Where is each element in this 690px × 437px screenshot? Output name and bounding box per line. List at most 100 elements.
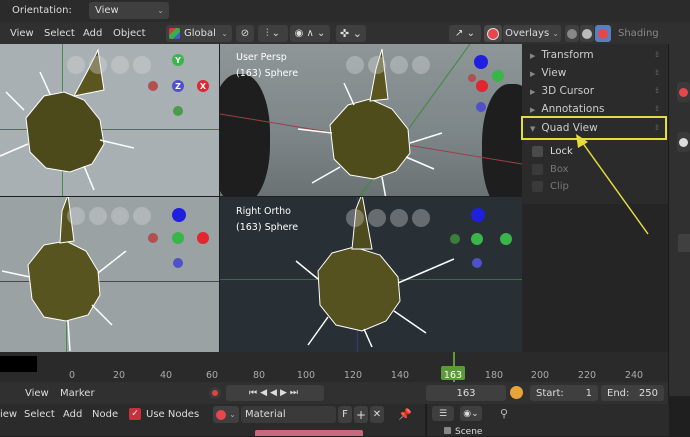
- gizmo-neg-x[interactable]: [468, 74, 476, 82]
- gizmo-toggle-button[interactable]: ↗ ⌄: [449, 25, 481, 42]
- camera-icon[interactable]: [390, 209, 408, 227]
- gizmo-x-axis[interactable]: X: [197, 80, 209, 92]
- use-nodes-label[interactable]: Use Nodes: [146, 409, 199, 420]
- sidebar-item-view[interactable]: ▶ View: [530, 67, 566, 79]
- gizmo-y-axis[interactable]: [492, 70, 504, 82]
- ortho-icon[interactable]: [412, 209, 430, 227]
- gizmo-z-axis[interactable]: [172, 208, 186, 222]
- gizmo-y-axis[interactable]: [172, 232, 184, 244]
- viewport-nav-buttons[interactable]: [67, 207, 151, 225]
- gizmo-neg-z[interactable]: [472, 258, 482, 268]
- timeline-area[interactable]: [0, 352, 668, 382]
- viewport-bottom-left[interactable]: [0, 197, 219, 352]
- gizmo-z-axis[interactable]: [474, 55, 488, 69]
- outliner-editor-type[interactable]: ☰: [432, 406, 454, 421]
- viewport-top-right[interactable]: User Persp (163) Sphere: [220, 44, 522, 196]
- cursor-tool-button[interactable]: ✜ ⌄: [336, 25, 366, 42]
- node-menu-select[interactable]: Select: [24, 409, 55, 420]
- ortho-icon[interactable]: [133, 56, 151, 74]
- pivot-point-button[interactable]: ⊘: [236, 25, 254, 42]
- menu-add[interactable]: Add: [83, 28, 102, 39]
- node-menu-node[interactable]: Node: [92, 409, 118, 420]
- sidebar-item-annotations[interactable]: ▶ Annotations: [530, 103, 604, 115]
- fake-user-button[interactable]: F: [338, 406, 352, 423]
- timeline-scrubber[interactable]: [0, 356, 37, 372]
- pin-button[interactable]: 📌: [396, 406, 414, 423]
- box-checkbox[interactable]: [532, 164, 543, 175]
- viewport-top-left[interactable]: Y Z X: [0, 44, 219, 196]
- zoom-icon[interactable]: [67, 56, 85, 74]
- viewport-nav-buttons[interactable]: [346, 209, 430, 227]
- properties-dropdown-stub[interactable]: [678, 234, 690, 252]
- gizmo-z-axis[interactable]: Z: [172, 80, 184, 92]
- menu-select[interactable]: Select: [44, 28, 75, 39]
- gizmo-neg-z[interactable]: [173, 258, 183, 268]
- use-nodes-checkbox[interactable]: ✓: [129, 408, 141, 420]
- shading-material-button[interactable]: [595, 25, 611, 42]
- overlays-toggle-button[interactable]: [484, 25, 502, 42]
- menu-view[interactable]: View: [10, 28, 34, 39]
- start-frame-field[interactable]: Start: 1: [530, 385, 598, 401]
- timeline-menu-marker[interactable]: Marker: [60, 388, 95, 399]
- zoom-icon[interactable]: [346, 209, 364, 227]
- viewport-bottom-right[interactable]: Right Ortho (163) Sphere: [220, 197, 522, 352]
- clip-checkbox[interactable]: [532, 181, 543, 192]
- camera-icon[interactable]: [111, 56, 129, 74]
- pan-icon[interactable]: [89, 56, 107, 74]
- material-name-field[interactable]: Material: [241, 406, 336, 423]
- material-properties-tab[interactable]: [677, 82, 690, 102]
- snap-button[interactable]: ⫶ ⌄: [258, 25, 288, 42]
- pan-icon[interactable]: [89, 207, 107, 225]
- new-material-button[interactable]: +: [354, 406, 368, 423]
- time-stopwatch-icon[interactable]: [510, 386, 523, 399]
- outliner-display-mode[interactable]: ◉⌄: [460, 406, 482, 421]
- proportional-edit-button[interactable]: ◉ ∧ ⌄: [290, 25, 330, 42]
- drag-handle-icon[interactable]: ⁞⁞: [655, 50, 659, 59]
- drag-handle-icon[interactable]: ⁞⁞: [655, 86, 659, 95]
- outliner-search-icon[interactable]: ⚲: [500, 407, 508, 420]
- viewport-nav-buttons[interactable]: [67, 56, 151, 74]
- ortho-icon[interactable]: [133, 207, 151, 225]
- zoom-icon[interactable]: [346, 56, 364, 74]
- orientation-dropdown[interactable]: View ⌄: [89, 2, 169, 19]
- gizmo-x-axis[interactable]: [476, 80, 488, 92]
- zoom-icon[interactable]: [67, 207, 85, 225]
- gizmo-x-axis[interactable]: [197, 232, 209, 244]
- camera-icon[interactable]: [111, 207, 129, 225]
- transform-orientation-dropdown[interactable]: Global ⌄: [166, 25, 232, 42]
- overlays-dropdown[interactable]: Overlays ⌄: [503, 25, 561, 42]
- clip-label[interactable]: Clip: [550, 181, 569, 192]
- gizmo-x-axis[interactable]: [500, 233, 512, 245]
- shading-label[interactable]: Shading: [618, 28, 659, 39]
- node-menu-view[interactable]: iew: [0, 409, 17, 420]
- material-browse-button[interactable]: ⌄: [213, 406, 239, 423]
- current-frame-field[interactable]: 163: [426, 385, 506, 401]
- gizmo-neg-x[interactable]: [148, 233, 158, 243]
- gizmo-y-axis[interactable]: [471, 233, 483, 245]
- box-label[interactable]: Box: [550, 164, 569, 175]
- shading-wireframe-button[interactable]: [565, 25, 579, 42]
- unlink-material-button[interactable]: ✕: [370, 406, 384, 423]
- sidebar-item-transform[interactable]: ▶ Transform: [530, 49, 594, 61]
- camera-icon[interactable]: [390, 56, 408, 74]
- shading-solid-button[interactable]: [580, 25, 594, 42]
- playback-controls[interactable]: ⏮◀◀▶⏭: [226, 385, 324, 401]
- lock-checkbox[interactable]: [532, 146, 543, 157]
- gizmo-neg-y[interactable]: [450, 234, 460, 244]
- gizmo-neg-x[interactable]: [148, 81, 158, 91]
- gizmo-y-axis[interactable]: Y: [172, 54, 184, 66]
- drag-handle-icon[interactable]: ⁞⁞: [655, 68, 659, 77]
- gizmo-z-axis[interactable]: [471, 208, 485, 222]
- drag-handle-icon[interactable]: ⁞⁞: [655, 104, 659, 113]
- timeline-menu-view[interactable]: View: [25, 388, 49, 399]
- pan-icon[interactable]: [368, 209, 386, 227]
- menu-object[interactable]: Object: [113, 28, 146, 39]
- pan-icon[interactable]: [368, 56, 386, 74]
- node-menu-add[interactable]: Add: [63, 409, 82, 420]
- gizmo-neg-y[interactable]: [173, 106, 183, 116]
- record-button[interactable]: [209, 387, 221, 399]
- viewport-nav-buttons[interactable]: [346, 56, 430, 74]
- gizmo-neg-z[interactable]: [476, 102, 486, 112]
- sidebar-item-3d-cursor[interactable]: ▶ 3D Cursor: [530, 85, 594, 97]
- scene-properties-tab[interactable]: [677, 132, 690, 152]
